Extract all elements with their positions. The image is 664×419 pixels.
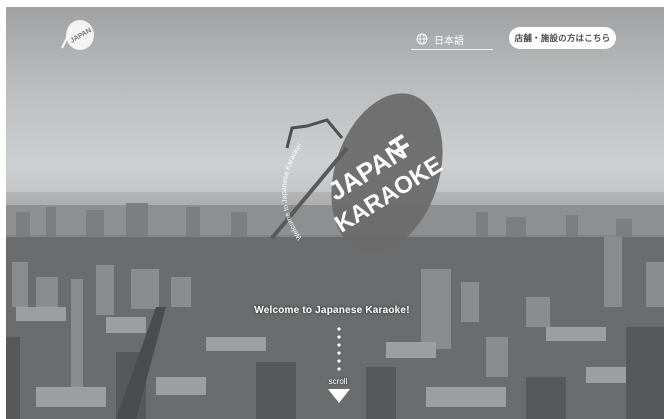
language-selector[interactable]: 日本語 xyxy=(411,29,493,50)
scroll-label[interactable]: scroll xyxy=(0,377,664,386)
logo-arc-text: Welcome to Japanese Karaoke! xyxy=(281,142,304,241)
globe-icon xyxy=(416,33,428,45)
scroll-dots xyxy=(337,327,341,371)
svg-text:Welcome to Japanese Karaoke!: Welcome to Japanese Karaoke! xyxy=(281,142,304,241)
site-logo[interactable]: JAPAN xyxy=(58,18,98,52)
store-facility-button[interactable]: 店舗・施設の方はこちら xyxy=(509,27,616,49)
language-label: 日本語 xyxy=(434,35,464,47)
scroll-down-arrow-icon[interactable] xyxy=(328,389,350,403)
japan-karaoke-logo: Welcome to Japanese Karaoke! JAPAN KARAO… xyxy=(270,93,444,253)
landing-page: JAPAN 日本語 店舗・施設の方はこちら Welcome to Japanes… xyxy=(0,0,664,419)
welcome-text: Welcome to Japanese Karaoke! xyxy=(254,305,410,316)
